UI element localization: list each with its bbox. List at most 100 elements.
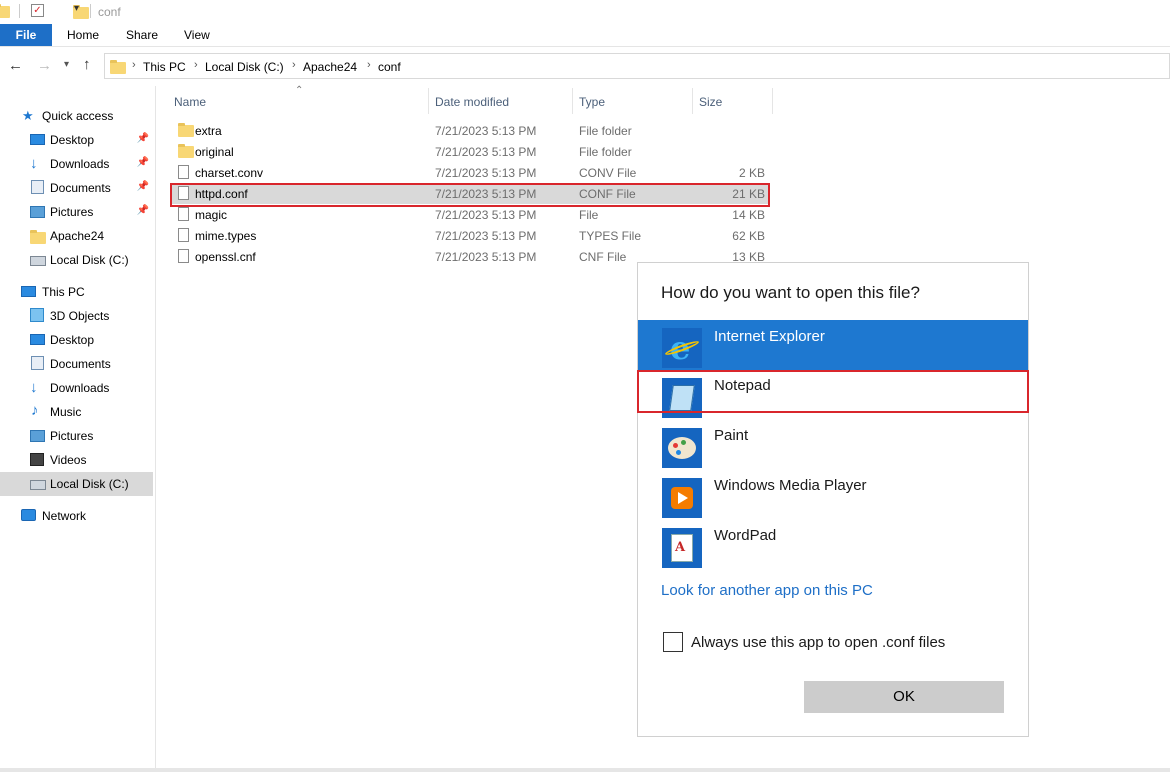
file-row[interactable]: mime.types 7/21/2023 5:13 PM TYPES File …: [170, 225, 770, 246]
pin-icon: 📌: [136, 181, 149, 192]
pictures-icon: [30, 206, 45, 218]
app-option-wordpad[interactable]: A WordPad: [638, 520, 1028, 570]
computer-icon: [21, 286, 36, 297]
file-icon: [178, 249, 189, 263]
nav-quick-apache24[interactable]: Apache24: [0, 224, 153, 248]
download-icon: ↓: [30, 379, 38, 396]
breadcrumb-local-disk[interactable]: Local Disk (C:): [205, 60, 284, 74]
nav-pc-3d-objects[interactable]: 3D Objects: [0, 304, 153, 328]
folder-icon: [30, 230, 46, 244]
desktop-icon: [30, 334, 45, 345]
nav-quick-documents[interactable]: Documents 📌: [0, 176, 153, 200]
nav-this-pc[interactable]: This PC: [0, 280, 153, 304]
nav-network[interactable]: Network: [0, 504, 153, 528]
folder-icon: [110, 60, 126, 74]
app-label: Paint: [714, 427, 749, 444]
properties-icon[interactable]: ✓: [31, 4, 44, 17]
folder-icon: [178, 123, 194, 137]
look-for-another-app-link[interactable]: Look for another app on this PC: [661, 582, 873, 599]
chevron-right-icon: ›: [194, 59, 198, 71]
documents-icon: [31, 180, 44, 194]
documents-icon: [31, 356, 44, 370]
media-player-icon: [662, 478, 702, 518]
horizontal-scrollbar[interactable]: [0, 768, 1170, 772]
nav-quick-downloads[interactable]: ↓ Downloads 📌: [0, 152, 153, 176]
breadcrumb-apache24[interactable]: Apache24: [303, 60, 357, 74]
column-header-type[interactable]: Type: [579, 95, 605, 109]
app-label: WordPad: [714, 527, 777, 544]
wordpad-icon: A: [662, 528, 702, 568]
window-title: conf: [98, 5, 121, 19]
column-header-name[interactable]: Name: [174, 95, 206, 109]
sort-ascending-icon: ⌃: [295, 85, 304, 96]
nav-pc-desktop[interactable]: Desktop: [0, 328, 153, 352]
breadcrumb-conf[interactable]: conf: [378, 60, 401, 74]
divider: [19, 4, 20, 18]
nav-quick-access[interactable]: ★ Quick access: [0, 104, 153, 128]
column-header-date[interactable]: Date modified: [435, 95, 509, 109]
file-row[interactable]: charset.conv 7/21/2023 5:13 PM CONV File…: [170, 162, 770, 183]
app-option-notepad[interactable]: Notepad: [638, 370, 1028, 420]
app-option-paint[interactable]: Paint: [638, 420, 1028, 470]
tab-home[interactable]: Home: [67, 24, 99, 46]
ribbon: File Home Share View: [0, 24, 1170, 47]
nav-quick-pictures[interactable]: Pictures 📌: [0, 200, 153, 224]
column-header-size[interactable]: Size: [699, 95, 722, 109]
drive-icon: [30, 480, 46, 490]
nav-pc-music[interactable]: ♪ Music: [0, 400, 153, 424]
app-option-windows-media-player[interactable]: Windows Media Player: [638, 470, 1028, 520]
nav-pc-pictures[interactable]: Pictures: [0, 424, 153, 448]
pictures-icon: [30, 430, 45, 442]
network-icon: [21, 509, 36, 521]
music-icon: ♪: [31, 402, 39, 419]
nav-pc-videos[interactable]: Videos: [0, 448, 153, 472]
pin-icon: 📌: [136, 133, 149, 144]
nav-quick-local-disk[interactable]: Local Disk (C:): [0, 248, 153, 272]
chevron-right-icon: ›: [292, 59, 296, 71]
always-use-label[interactable]: Always use this app to open .conf files: [691, 634, 945, 651]
notepad-icon: [662, 378, 702, 418]
drive-icon: [30, 256, 46, 266]
tab-view[interactable]: View: [184, 24, 210, 46]
internet-explorer-icon: e: [662, 328, 702, 368]
file-icon: [178, 228, 189, 242]
column-divider[interactable]: [428, 88, 429, 114]
desktop-icon: [30, 134, 45, 145]
file-icon: [178, 186, 189, 200]
file-row[interactable]: original 7/21/2023 5:13 PM File folder: [170, 141, 770, 162]
column-divider[interactable]: [692, 88, 693, 114]
tab-file[interactable]: File: [0, 24, 52, 46]
nav-pc-downloads[interactable]: ↓ Downloads: [0, 376, 153, 400]
pin-icon: 📌: [136, 205, 149, 216]
3d-objects-icon: [30, 308, 44, 322]
download-icon: ↓: [30, 155, 38, 172]
chevron-right-icon: ›: [132, 59, 136, 71]
nav-quick-desktop[interactable]: Desktop 📌: [0, 128, 153, 152]
forward-arrow-icon[interactable]: →: [37, 57, 52, 74]
dialog-title: How do you want to open this file?: [661, 283, 920, 302]
recent-locations-icon[interactable]: ▾: [64, 59, 69, 70]
file-icon: [178, 165, 189, 179]
tab-share[interactable]: Share: [126, 24, 158, 46]
divider: [90, 4, 91, 18]
always-use-checkbox[interactable]: [663, 632, 683, 652]
column-divider[interactable]: [572, 88, 573, 114]
customize-toolbar-icon[interactable]: ▾: [74, 3, 79, 14]
nav-pc-local-disk[interactable]: Local Disk (C:): [0, 472, 153, 496]
up-arrow-icon[interactable]: ↑: [83, 56, 91, 73]
back-arrow-icon[interactable]: ←: [8, 57, 23, 74]
column-divider[interactable]: [772, 88, 773, 114]
star-icon: ★: [22, 108, 34, 123]
file-row[interactable]: extra 7/21/2023 5:13 PM File folder: [170, 120, 770, 141]
breadcrumb-this-pc[interactable]: This PC: [143, 60, 186, 74]
app-label: Windows Media Player: [714, 477, 867, 494]
file-row[interactable]: magic 7/21/2023 5:13 PM File 14 KB: [170, 204, 770, 225]
nav-pc-documents[interactable]: Documents: [0, 352, 153, 376]
file-row-selected[interactable]: httpd.conf 7/21/2023 5:13 PM CONF File 2…: [170, 183, 770, 204]
app-option-internet-explorer[interactable]: e Internet Explorer: [638, 320, 1028, 370]
chevron-right-icon: ›: [367, 59, 371, 71]
videos-icon: [30, 453, 44, 466]
address-bar[interactable]: › This PC › Local Disk (C:) › Apache24 ›…: [104, 53, 1170, 79]
ok-button[interactable]: OK: [804, 681, 1004, 713]
app-label: Notepad: [714, 377, 771, 394]
